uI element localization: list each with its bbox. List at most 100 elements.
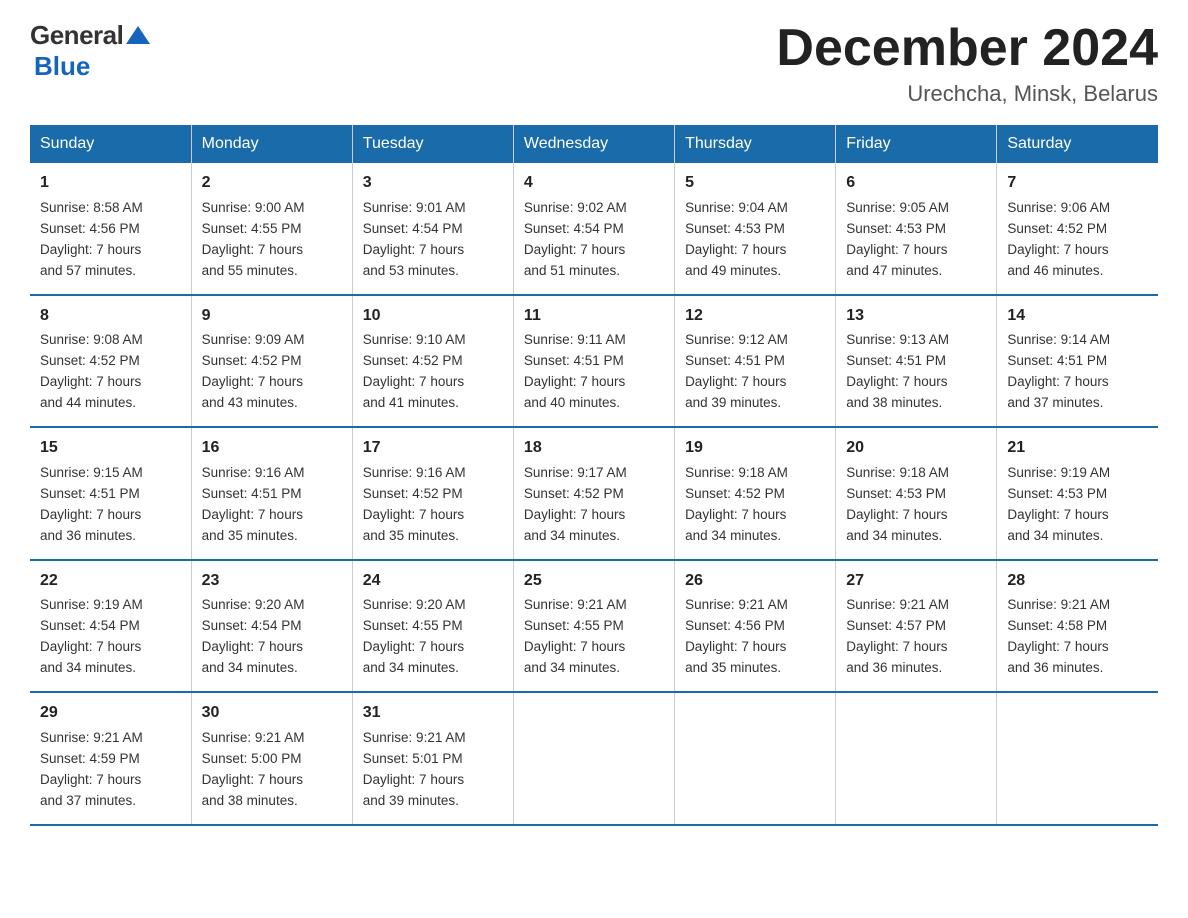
day-number: 14 [1007, 304, 1148, 329]
day-info: Sunrise: 9:21 AMSunset: 5:00 PMDaylight:… [202, 730, 305, 808]
day-info: Sunrise: 9:21 AMSunset: 4:58 PMDaylight:… [1007, 597, 1110, 675]
day-number: 23 [202, 569, 342, 594]
calendar-cell: 10Sunrise: 9:10 AMSunset: 4:52 PMDayligh… [352, 295, 513, 427]
calendar-cell: 23 Sunrise: 9:20 AMSunset: 4:54 PMDayligh… [191, 560, 352, 692]
day-info: Sunrise: 9:20 AMSunset: 4:55 PMDaylight:… [363, 597, 466, 675]
day-number: 25 [524, 569, 664, 594]
day-number: 19 [685, 436, 825, 461]
calendar-cell: 5 Sunrise: 9:04 AMSunset: 4:53 PMDaylight… [675, 163, 836, 294]
calendar-table: SundayMondayTuesdayWednesdayThursdayFrid… [30, 125, 1158, 825]
day-info: Sunrise: 9:17 AMSunset: 4:52 PMDaylight:… [524, 465, 627, 543]
day-number: 6 [846, 171, 986, 196]
day-number: 11 [524, 304, 664, 329]
page-header: General Blue December 2024 Urechcha, Min… [30, 20, 1158, 107]
month-title: December 2024 [776, 20, 1158, 77]
day-info: Sunrise: 9:12 AMSunset: 4:51 PMDaylight:… [685, 332, 788, 410]
day-number: 9 [202, 304, 342, 329]
day-info: Sunrise: 9:21 AMSunset: 4:56 PMDaylight:… [685, 597, 788, 675]
calendar-cell: 24 Sunrise: 9:20 AMSunset: 4:55 PMDayligh… [352, 560, 513, 692]
day-number: 20 [846, 436, 986, 461]
calendar-cell: 13 Sunrise: 9:13 AMSunset: 4:51 PMDayligh… [836, 295, 997, 427]
day-number: 22 [40, 569, 181, 594]
calendar-cell: 4 Sunrise: 9:02 AMSunset: 4:54 PMDaylight… [513, 163, 674, 294]
calendar-cell: 25Sunrise: 9:21 AMSunset: 4:55 PMDayligh… [513, 560, 674, 692]
day-info: Sunrise: 9:02 AMSunset: 4:54 PMDaylight:… [524, 200, 627, 278]
calendar-cell: 27 Sunrise: 9:21 AMSunset: 4:57 PMDayligh… [836, 560, 997, 692]
calendar-cell [513, 692, 674, 824]
calendar-cell: 6Sunrise: 9:05 AMSunset: 4:53 PMDaylight… [836, 163, 997, 294]
day-number: 30 [202, 701, 342, 726]
calendar-cell: 8 Sunrise: 9:08 AMSunset: 4:52 PMDaylight… [30, 295, 191, 427]
calendar-cell: 19 Sunrise: 9:18 AMSunset: 4:52 PMDayligh… [675, 427, 836, 559]
weekday-header-sunday: Sunday [30, 125, 191, 163]
day-number: 1 [40, 171, 181, 196]
weekday-header-wednesday: Wednesday [513, 125, 674, 163]
day-info: Sunrise: 9:08 AMSunset: 4:52 PMDaylight:… [40, 332, 143, 410]
day-info: Sunrise: 9:16 AMSunset: 4:51 PMDaylight:… [202, 465, 305, 543]
day-info: Sunrise: 9:13 AMSunset: 4:51 PMDaylight:… [846, 332, 949, 410]
day-number: 26 [685, 569, 825, 594]
location-text: Urechcha, Minsk, Belarus [776, 81, 1158, 107]
day-info: Sunrise: 9:06 AMSunset: 4:52 PMDaylight:… [1007, 200, 1110, 278]
day-info: Sunrise: 9:11 AMSunset: 4:51 PMDaylight:… [524, 332, 626, 410]
day-number: 18 [524, 436, 664, 461]
calendar-cell: 29 Sunrise: 9:21 AMSunset: 4:59 PMDayligh… [30, 692, 191, 824]
logo: General Blue [30, 20, 153, 82]
calendar-cell: 18 Sunrise: 9:17 AMSunset: 4:52 PMDayligh… [513, 427, 674, 559]
calendar-cell: 20 Sunrise: 9:18 AMSunset: 4:53 PMDayligh… [836, 427, 997, 559]
day-number: 8 [40, 304, 181, 329]
calendar-cell: 31Sunrise: 9:21 AMSunset: 5:01 PMDayligh… [352, 692, 513, 824]
day-info: Sunrise: 9:16 AMSunset: 4:52 PMDaylight:… [363, 465, 466, 543]
week-row-5: 29 Sunrise: 9:21 AMSunset: 4:59 PMDayligh… [30, 692, 1158, 824]
day-number: 17 [363, 436, 503, 461]
day-number: 13 [846, 304, 986, 329]
calendar-cell: 12 Sunrise: 9:12 AMSunset: 4:51 PMDayligh… [675, 295, 836, 427]
week-row-3: 15Sunrise: 9:15 AMSunset: 4:51 PMDayligh… [30, 427, 1158, 559]
day-number: 5 [685, 171, 825, 196]
day-number: 2 [202, 171, 342, 196]
day-info: Sunrise: 9:21 AMSunset: 5:01 PMDaylight:… [363, 730, 466, 808]
day-info: Sunrise: 9:21 AMSunset: 4:57 PMDaylight:… [846, 597, 949, 675]
day-number: 3 [363, 171, 503, 196]
calendar-cell: 14 Sunrise: 9:14 AMSunset: 4:51 PMDayligh… [997, 295, 1158, 427]
day-info: Sunrise: 9:15 AMSunset: 4:51 PMDaylight:… [40, 465, 143, 543]
day-info: Sunrise: 9:20 AMSunset: 4:54 PMDaylight:… [202, 597, 305, 675]
calendar-cell: 30 Sunrise: 9:21 AMSunset: 5:00 PMDayligh… [191, 692, 352, 824]
day-info: Sunrise: 9:00 AMSunset: 4:55 PMDaylight:… [202, 200, 305, 278]
day-info: Sunrise: 9:18 AMSunset: 4:53 PMDaylight:… [846, 465, 949, 543]
calendar-cell: 26 Sunrise: 9:21 AMSunset: 4:56 PMDayligh… [675, 560, 836, 692]
week-row-2: 8 Sunrise: 9:08 AMSunset: 4:52 PMDaylight… [30, 295, 1158, 427]
week-row-4: 22Sunrise: 9:19 AMSunset: 4:54 PMDayligh… [30, 560, 1158, 692]
logo-blue-text: Blue [34, 51, 90, 81]
day-info: Sunrise: 9:04 AMSunset: 4:53 PMDaylight:… [685, 200, 788, 278]
day-info: Sunrise: 9:09 AMSunset: 4:52 PMDaylight:… [202, 332, 305, 410]
day-number: 7 [1007, 171, 1148, 196]
calendar-cell: 17 Sunrise: 9:16 AMSunset: 4:52 PMDayligh… [352, 427, 513, 559]
calendar-cell: 2 Sunrise: 9:00 AMSunset: 4:55 PMDaylight… [191, 163, 352, 294]
calendar-cell [836, 692, 997, 824]
calendar-cell: 28Sunrise: 9:21 AMSunset: 4:58 PMDayligh… [997, 560, 1158, 692]
day-number: 27 [846, 569, 986, 594]
day-number: 29 [40, 701, 181, 726]
day-info: Sunrise: 9:19 AMSunset: 4:53 PMDaylight:… [1007, 465, 1110, 543]
weekday-header-monday: Monday [191, 125, 352, 163]
day-info: Sunrise: 9:18 AMSunset: 4:52 PMDaylight:… [685, 465, 788, 543]
calendar-cell: 15Sunrise: 9:15 AMSunset: 4:51 PMDayligh… [30, 427, 191, 559]
week-row-1: 1 Sunrise: 8:58 AMSunset: 4:56 PMDaylight… [30, 163, 1158, 294]
calendar-cell: 1 Sunrise: 8:58 AMSunset: 4:56 PMDaylight… [30, 163, 191, 294]
day-number: 16 [202, 436, 342, 461]
weekday-header-saturday: Saturday [997, 125, 1158, 163]
calendar-cell [675, 692, 836, 824]
day-info: Sunrise: 9:21 AMSunset: 4:59 PMDaylight:… [40, 730, 143, 808]
day-info: Sunrise: 8:58 AMSunset: 4:56 PMDaylight:… [40, 200, 143, 278]
calendar-cell: 22Sunrise: 9:19 AMSunset: 4:54 PMDayligh… [30, 560, 191, 692]
calendar-cell: 7 Sunrise: 9:06 AMSunset: 4:52 PMDaylight… [997, 163, 1158, 294]
calendar-cell: 21 Sunrise: 9:19 AMSunset: 4:53 PMDayligh… [997, 427, 1158, 559]
day-number: 12 [685, 304, 825, 329]
day-number: 24 [363, 569, 503, 594]
day-info: Sunrise: 9:14 AMSunset: 4:51 PMDaylight:… [1007, 332, 1110, 410]
day-number: 21 [1007, 436, 1148, 461]
day-number: 4 [524, 171, 664, 196]
calendar-cell: 16 Sunrise: 9:16 AMSunset: 4:51 PMDayligh… [191, 427, 352, 559]
title-area: December 2024 Urechcha, Minsk, Belarus [776, 20, 1158, 107]
